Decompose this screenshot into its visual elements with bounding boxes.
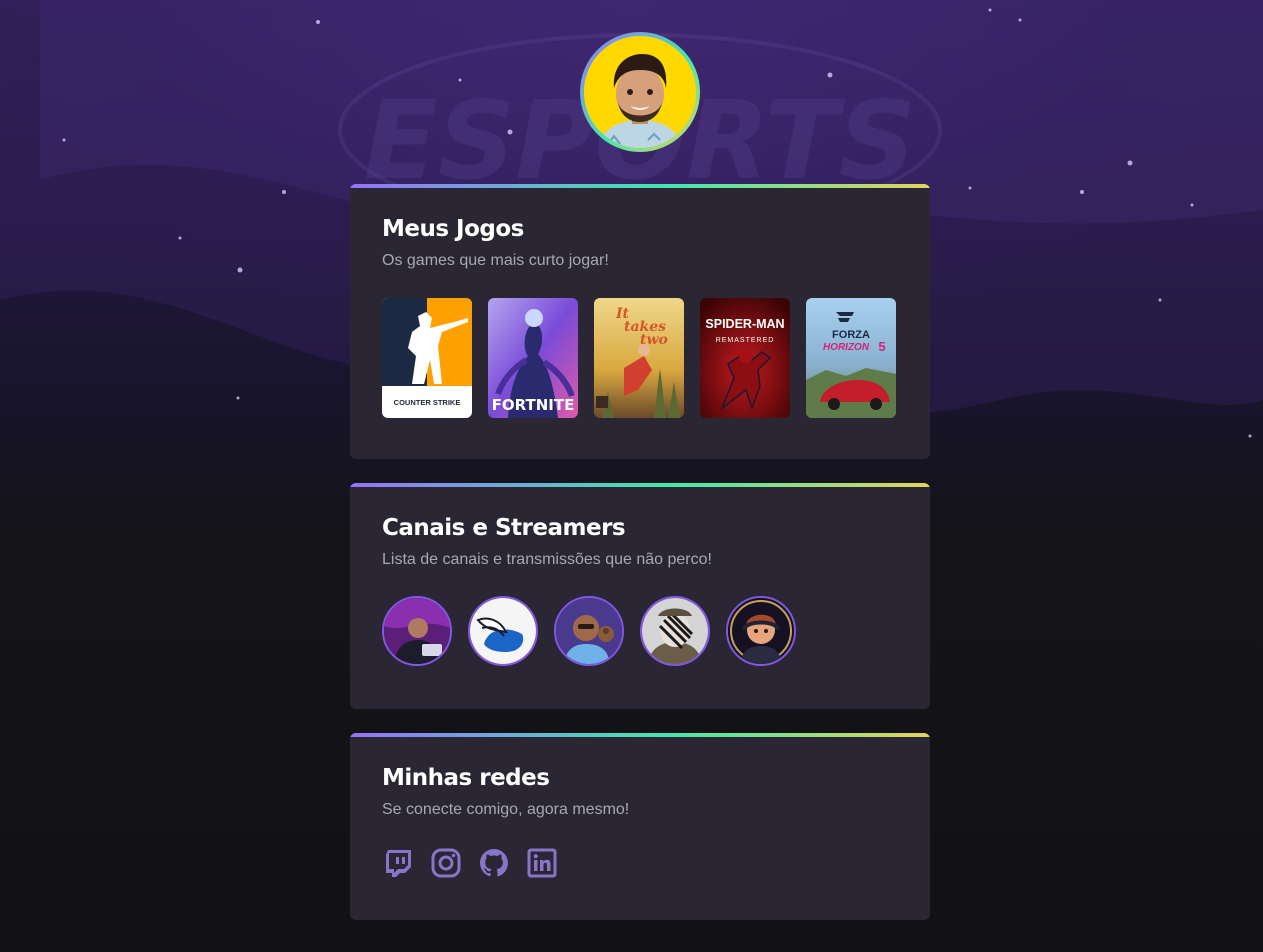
svg-text:FORTNITE: FORTNITE	[492, 396, 575, 414]
streamer-avatar-4[interactable]	[640, 596, 710, 666]
svg-text:5: 5	[878, 339, 885, 354]
profile-avatar	[580, 32, 700, 152]
games-title: Meus Jogos	[382, 216, 524, 242]
games-subtitle: Os games que mais curto jogar!	[382, 252, 609, 269]
twitch-icon[interactable]	[382, 847, 414, 879]
streamer-avatar-3[interactable]	[554, 596, 624, 666]
social-card: Minhas redes Se conecte comigo, agora me…	[350, 733, 930, 920]
streamers-title: Canais e Streamers	[382, 515, 626, 541]
streamer-avatar-1[interactable]	[382, 596, 452, 666]
profile-photo	[584, 36, 696, 148]
streamer-avatar-5[interactable]	[726, 596, 796, 666]
game-cover-fortnite[interactable]: FORTNITE	[488, 298, 578, 418]
game-cover-counter-strike[interactable]: COUNTER STRIKE	[382, 298, 472, 418]
svg-text:REMASTERED: REMASTERED	[716, 337, 775, 344]
social-links	[382, 847, 898, 879]
svg-text:FORZA: FORZA	[832, 329, 870, 341]
game-cover-forza-horizon-5[interactable]: FORZA HORIZON 5	[806, 298, 896, 418]
streamers-card: Canais e Streamers Lista de canais e tra…	[350, 483, 930, 709]
svg-text:SPIDER-MAN: SPIDER-MAN	[705, 317, 784, 331]
winged-helmet-avatar[interactable]	[468, 596, 538, 666]
games-list: COUNTER STRIKE FORTNITE It takes two SPI…	[382, 298, 898, 418]
streamers-list	[382, 596, 898, 666]
game-cover-it-takes-two[interactable]: It takes two	[594, 298, 684, 418]
svg-text:HORIZON: HORIZON	[823, 342, 870, 353]
streamers-subtitle: Lista de canais e transmissões que não p…	[382, 551, 712, 568]
svg-text:two: two	[640, 332, 668, 348]
instagram-icon[interactable]	[430, 847, 462, 879]
github-icon[interactable]	[478, 847, 510, 879]
social-subtitle: Se conecte comigo, agora mesmo!	[382, 801, 630, 818]
svg-text:COUNTER STRIKE: COUNTER STRIKE	[394, 398, 461, 407]
games-card: Meus Jogos Os games que mais curto jogar…	[350, 184, 930, 459]
linkedin-icon[interactable]	[526, 847, 558, 879]
game-cover-spider-man[interactable]: SPIDER-MAN REMASTERED	[700, 298, 790, 418]
social-title: Minhas redes	[382, 765, 550, 791]
